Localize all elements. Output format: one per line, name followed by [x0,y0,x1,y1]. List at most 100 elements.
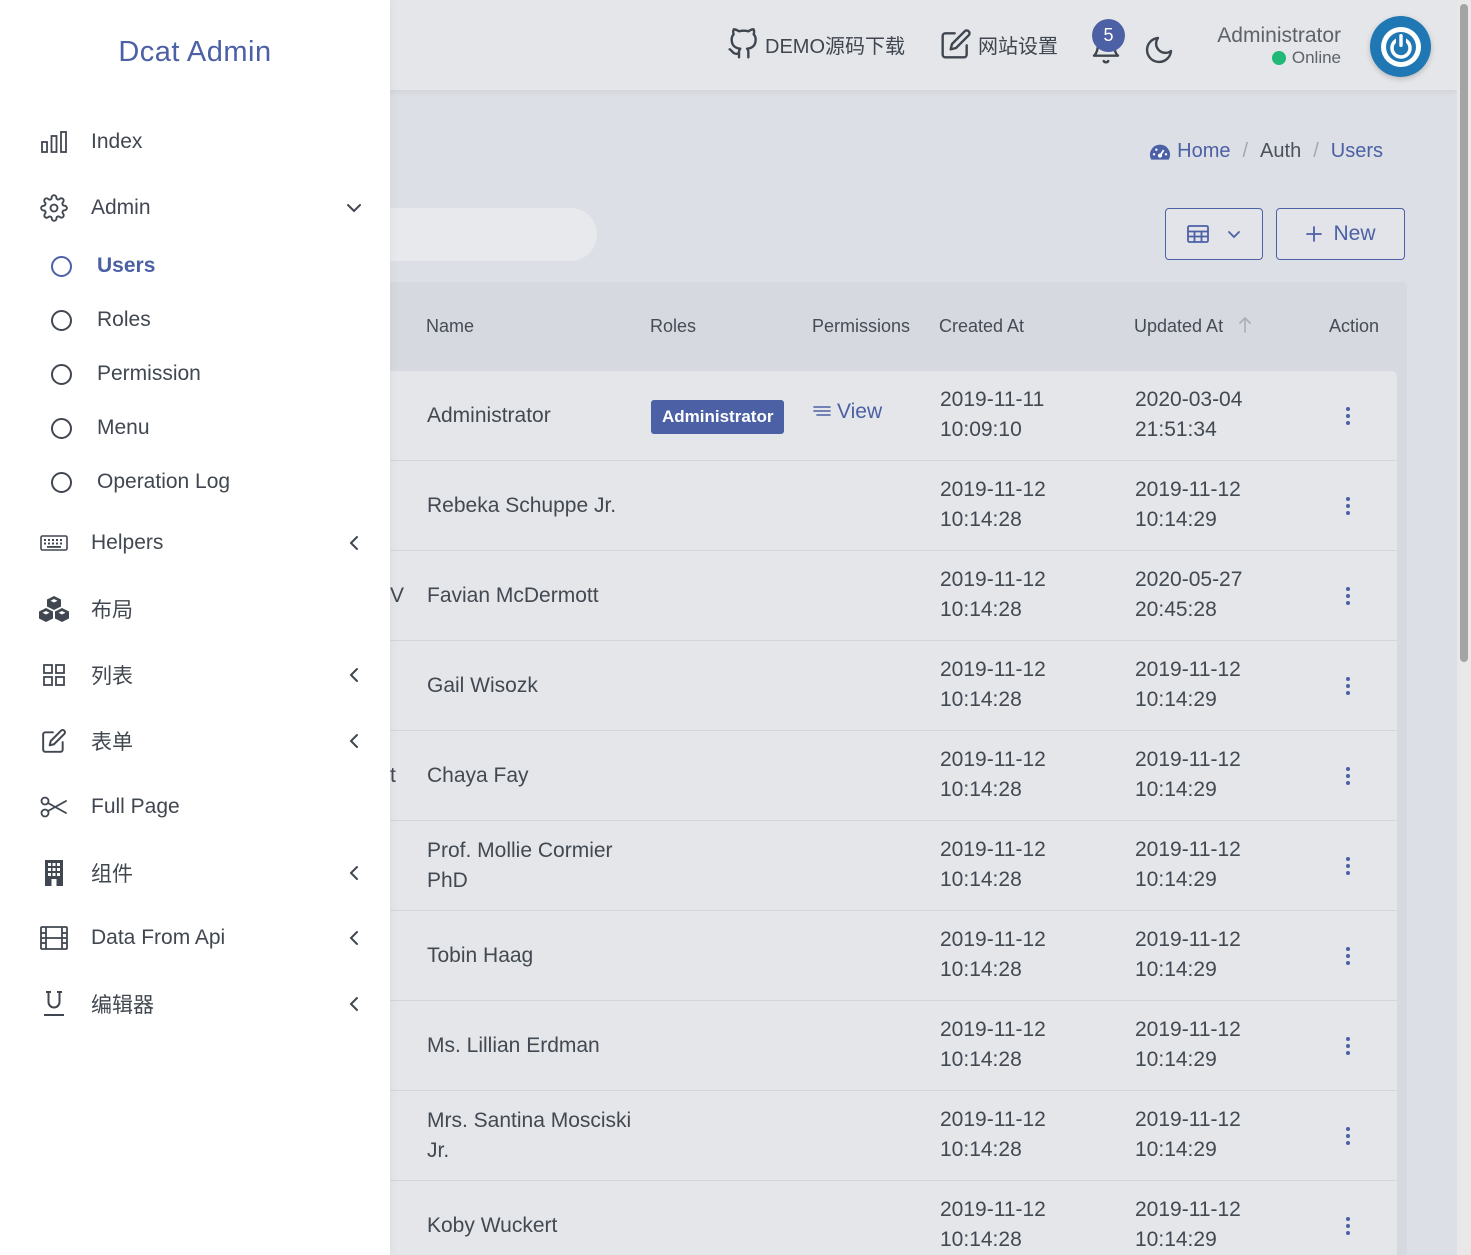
row-actions-menu-icon[interactable] [1346,676,1350,695]
chevron-down-icon [1228,231,1240,239]
role-badge: Administrator [651,400,785,434]
plus-icon [1306,226,1323,242]
breadcrumb-separator: / [1313,140,1319,162]
sidebar-item-label: 编辑器 [91,994,154,1017]
sidebar-item-admin[interactable]: Admin [0,183,390,233]
scrollbar[interactable] [1457,0,1471,1255]
column-header-updated-at[interactable]: Updated At [1134,316,1252,337]
user-name[interactable]: Administrator [1217,24,1341,48]
sidebar-item-editor[interactable]: 编辑器 [0,979,390,1029]
sidebar-subitem-users[interactable]: Users [0,241,390,291]
underline-icon [38,988,70,1020]
cell-updated-at: 2019-11-12 10:14:29 [1135,658,1241,711]
row-actions-menu-icon[interactable] [1346,496,1350,515]
cell-created-at: 2019-11-12 10:14:28 [940,928,1046,981]
cell-created-at: 2019-11-12 10:14:28 [940,658,1046,711]
sort-arrow-up-icon[interactable] [1238,316,1252,334]
cell-name: Gail Wisozk [427,673,538,697]
sidebar-subitem-menu[interactable]: Menu [0,403,390,453]
bar-chart-icon [38,126,70,158]
sidebar-item-label: 组件 [91,863,133,886]
film-icon [38,922,70,954]
circle-icon [51,309,72,331]
sidebar-item-index[interactable]: Index [0,117,390,167]
sidebar-subitem-label: Permission [97,362,201,385]
avatar[interactable] [1370,16,1431,77]
column-header-action: Action [1329,316,1380,336]
scrollbar-thumb[interactable] [1460,4,1468,662]
brand-logo[interactable]: Dcat Admin [0,36,390,69]
cell-name: Koby Wuckert [427,1213,558,1237]
online-dot-icon [1271,51,1286,65]
chevron-left-icon [345,534,363,552]
sidebar-item-layout[interactable]: 布局 [0,584,390,634]
sidebar-subitem-label: Operation Log [97,470,231,493]
new-button-label: New [1333,222,1376,245]
breadcrumb-home[interactable]: Home [1177,140,1230,163]
sidebar-subitem-operation-log[interactable]: Operation Log [0,457,390,507]
row-actions-menu-icon[interactable] [1346,1126,1350,1145]
cell-name: Tobin Haag [427,943,534,967]
grid-icon [38,659,70,691]
column-header-name[interactable]: Name [426,316,474,337]
site-settings-link[interactable]: 网站设置 [940,28,1058,60]
sidebar-item-data-from-api[interactable]: Data From Api [0,913,390,963]
chevron-left-icon [345,864,363,882]
chevron-down-icon [345,199,363,217]
sidebar-subitem-permission[interactable]: Permission [0,349,390,399]
sidebar-item-label: Data From Api [91,926,226,949]
sidebar-item-components[interactable]: 组件 [0,848,390,898]
sidebar-item-list[interactable]: 列表 [0,650,390,700]
chevron-left-icon [345,732,363,750]
row-actions-menu-icon[interactable] [1346,1216,1350,1235]
github-demo-link[interactable]: DEMO源码下载 [727,28,905,60]
cell-created-at: 2019-11-12 10:14:28 [940,1018,1046,1071]
row-actions-menu-icon[interactable] [1346,1036,1350,1055]
sidebar-subitem-roles[interactable]: Roles [0,295,390,345]
dark-mode-toggle[interactable] [1143,34,1175,71]
cell-name: Prof. Mollie Cormier PhD [427,838,613,892]
column-header-permissions: Permissions [812,316,911,336]
cell-updated-at: 2019-11-12 10:14:29 [1135,478,1241,531]
new-button[interactable]: New [1276,208,1405,260]
column-header-created-at[interactable]: Created At [939,316,1024,337]
chevron-left-icon [345,995,363,1013]
table-body: Administrator Administrator View 2019-11-11… [380,371,1397,1255]
circle-icon [51,363,72,385]
table-icon [1187,225,1209,243]
row-actions-menu-icon[interactable] [1346,946,1350,965]
cell-name: Ms. Lillian Erdman [427,1033,600,1057]
cell-created-at: 2019-11-12 10:14:28 [940,568,1046,621]
row-actions-menu-icon[interactable] [1346,766,1350,785]
cubes-icon [38,593,70,625]
table-row: Prof. Mollie Cormier PhD 2019-11-12 10:14… [380,821,1397,911]
edit-icon [941,29,971,59]
cell-truncated: t [390,763,396,787]
cell-name: Chaya Fay [427,763,529,787]
keyboard-icon [38,527,70,559]
cell-updated-at: 2019-11-12 10:14:29 [1135,1018,1241,1071]
cell-created-at: 2019-11-12 10:14:28 [940,838,1046,891]
cell-created-at: 2019-11-12 10:14:28 [940,1198,1046,1251]
permissions-view-link[interactable]: View [813,400,882,424]
sidebar-item-form[interactable]: 表单 [0,716,390,766]
table-row: Koby Wuckert 2019-11-12 10:14:28 2019-11-1… [380,1181,1397,1255]
row-actions-menu-icon[interactable] [1346,406,1350,425]
row-actions-menu-icon[interactable] [1346,856,1350,875]
cell-updated-at: 2019-11-12 10:14:29 [1135,748,1241,801]
sidebar-subitem-label: Users [97,254,156,277]
column-header-roles: Roles [650,316,697,336]
user-status: Online [1271,48,1341,68]
column-selector-button[interactable] [1165,208,1263,260]
table-row: Gail Wisozk 2019-11-12 10:14:28 2019-11-12… [380,641,1397,731]
sidebar-item-label: Full Page [91,795,180,818]
breadcrumb-users[interactable]: Users [1331,140,1383,163]
sidebar-item-full-page[interactable]: Full Page [0,782,390,832]
cell-updated-at: 2019-11-12 10:14:29 [1135,1198,1241,1251]
sidebar-item-label: Helpers [91,531,164,554]
sidebar-item-helpers[interactable]: Helpers [0,518,390,568]
cell-truncated: V [390,583,405,607]
column-header-updated-at-label: Updated At [1134,316,1224,336]
search-input[interactable] [360,208,597,261]
row-actions-menu-icon[interactable] [1346,586,1350,605]
